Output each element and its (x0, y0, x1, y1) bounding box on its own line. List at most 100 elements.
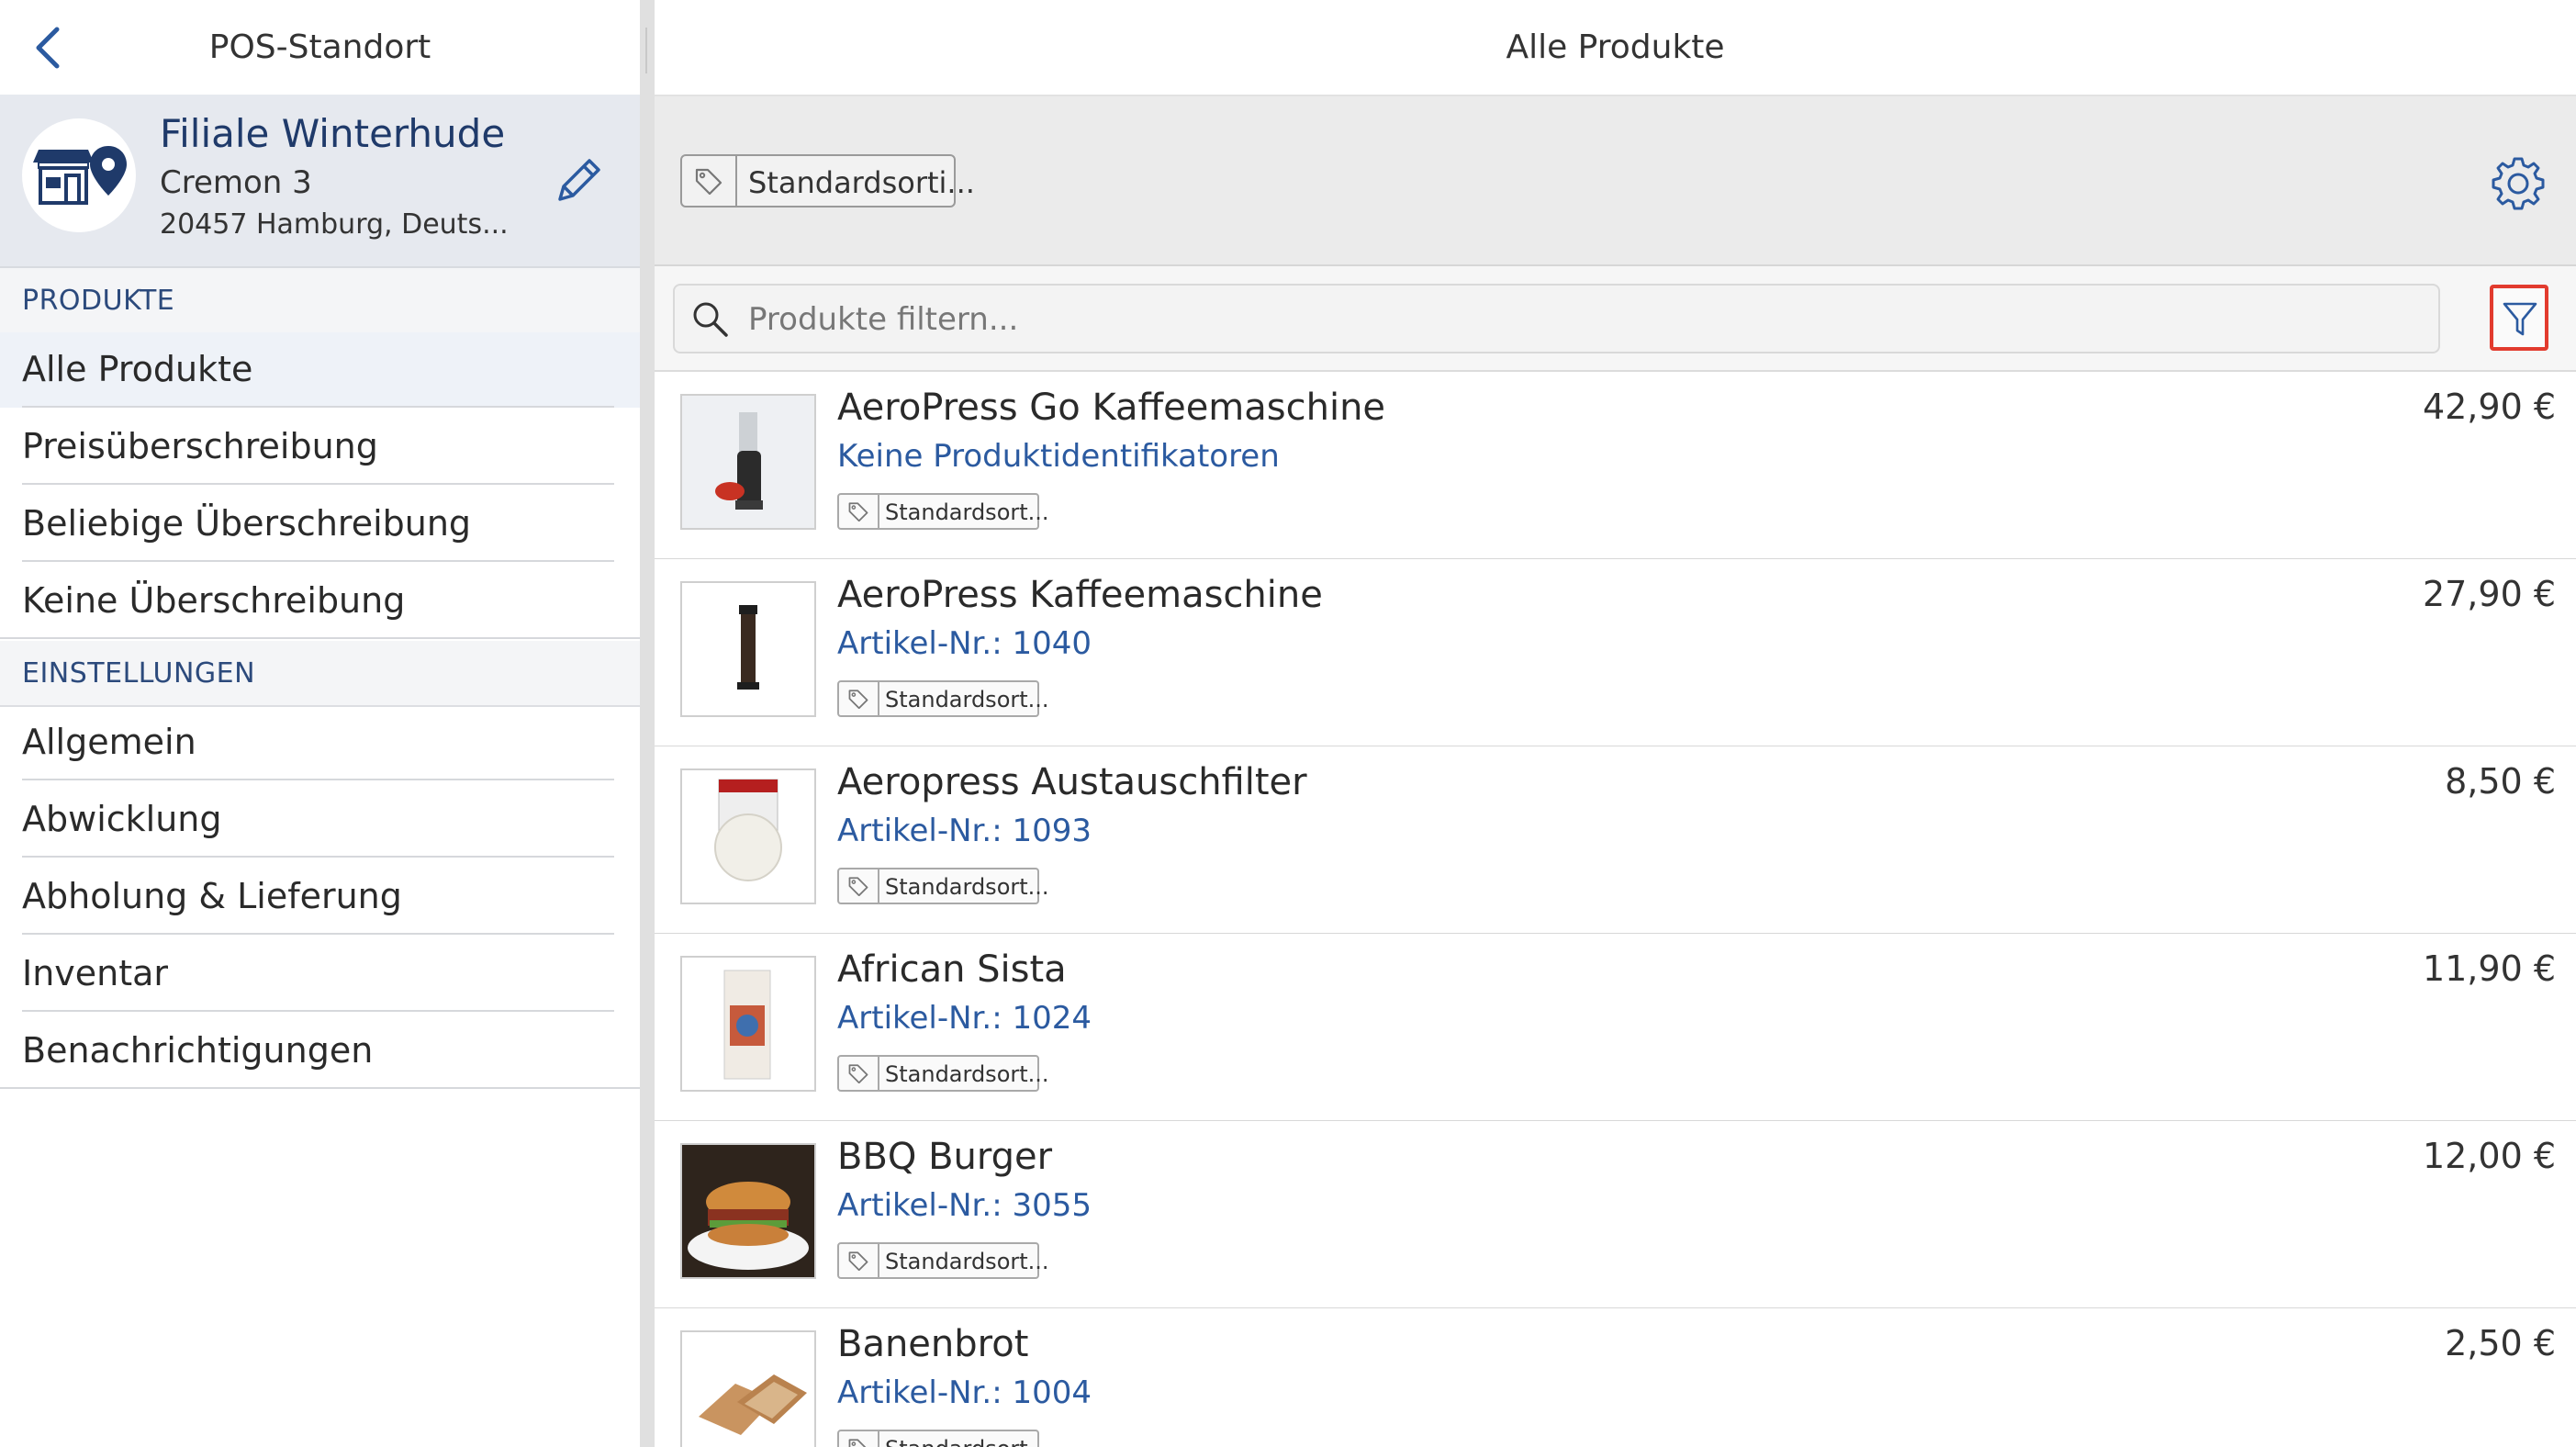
product-assortment-tag: Standardsort... (837, 680, 1049, 717)
product-tag-label: Standardsort... (885, 1061, 1049, 1087)
tag-icon (848, 877, 868, 896)
sidebar-item-label: Alle Produkte (22, 349, 253, 389)
sidebar-item-abwicklung[interactable]: Abwicklung (0, 782, 640, 858)
product-thumbnail (680, 768, 816, 904)
product-price: 12,00 € (2422, 1136, 2556, 1176)
sidebar-item-alle-produkte[interactable]: Alle Produkte (0, 332, 640, 408)
filter-icon (2503, 302, 2537, 336)
tag-icon (848, 690, 868, 709)
sidebar-item-label: Benachrichtigungen (22, 1030, 374, 1071)
product-assortment-tag: Standardsort... (837, 1430, 1049, 1447)
sidebar-item-label: Keine Überschreibung (22, 580, 406, 621)
product-tag-label: Standardsort... (885, 874, 1049, 900)
sidebar-item-label: Preisüberschreibung (22, 426, 378, 466)
product-tag-label: Standardsort... (885, 1436, 1049, 1447)
product-thumbnail (680, 956, 816, 1092)
product-price: 2,50 € (2445, 1323, 2556, 1363)
product-tag-label: Standardsort... (885, 499, 1049, 525)
store-card[interactable]: Filiale Winterhude Cremon 3 20457 Hambur… (0, 95, 640, 268)
product-assortment-tag: Standardsort... (837, 868, 1049, 904)
sidebar-title: POS-Standort (208, 28, 431, 66)
assortment-label: Standardsorti... (748, 165, 975, 200)
product-thumbnail (680, 581, 816, 717)
product-row[interactable]: AeroPress Kaffeemaschine Artikel-Nr.: 10… (655, 559, 2576, 747)
edit-store-button[interactable] (551, 153, 606, 208)
product-price: 27,90 € (2422, 574, 2556, 614)
product-thumbnail (680, 394, 816, 530)
product-price: 11,90 € (2422, 948, 2556, 989)
pencil-icon (558, 159, 600, 201)
assortment-selector[interactable]: Standardsorti... (680, 154, 975, 208)
back-arrow-icon (36, 27, 60, 69)
product-assortment-tag: Standardsort... (837, 493, 1049, 530)
tag-icon (695, 168, 722, 195)
back-button[interactable] (28, 22, 73, 73)
product-name: Banenbrot (837, 1323, 1029, 1365)
search-field[interactable] (673, 284, 2440, 353)
product-price: 42,90 € (2422, 387, 2556, 427)
product-identifier: Artikel-Nr.: 3055 (837, 1187, 1092, 1224)
sidebar-item-inventar[interactable]: Inventar (0, 937, 640, 1012)
store-location-icon (33, 146, 127, 205)
sidebar-item-keine-ueberschreibung[interactable]: Keine Überschreibung (0, 564, 640, 639)
product-row[interactable]: AeroPress Go Kaffeemaschine Keine Produk… (655, 372, 2576, 560)
gear-icon (2492, 157, 2545, 210)
sidebar-item-benachrichtigungen[interactable]: Benachrichtigungen (0, 1014, 640, 1089)
product-row[interactable]: African Sista Artikel-Nr.: 1024 Standard… (655, 934, 2576, 1122)
settings-button[interactable] (2486, 151, 2550, 216)
product-identifier: Artikel-Nr.: 1024 (837, 1000, 1092, 1037)
product-identifier: Artikel-Nr.: 1093 (837, 813, 1092, 849)
section-header-einstellungen: EINSTELLUNGEN (0, 641, 640, 707)
sidebar-item-beliebige-ueberschreibung[interactable]: Beliebige Überschreibung (0, 487, 640, 562)
store-city: 20457 Hamburg, Deuts... (160, 208, 509, 241)
store-street: Cremon 3 (160, 164, 312, 201)
store-name: Filiale Winterhude (160, 111, 506, 156)
page-title: Alle Produkte (655, 0, 2576, 96)
product-list: AeroPress Go Kaffeemaschine Keine Produk… (655, 372, 2576, 1447)
product-price: 8,50 € (2445, 761, 2556, 802)
product-row[interactable]: Banenbrot Artikel-Nr.: 1004 Standardsort… (655, 1308, 2576, 1447)
store-avatar (22, 118, 136, 232)
product-identifier: Artikel-Nr.: 1040 (837, 625, 1092, 662)
product-name: AeroPress Kaffeemaschine (837, 574, 1323, 616)
product-row[interactable]: Aeropress Austauschfilter Artikel-Nr.: 1… (655, 746, 2576, 935)
product-name: Aeropress Austauschfilter (837, 761, 1307, 803)
sidebar-item-label: Inventar (22, 953, 169, 993)
main-panel: Alle Produkte Standardsorti... Produkte … (655, 0, 2576, 1447)
search-icon (693, 302, 728, 337)
sidebar-item-label: Allgemein (22, 722, 196, 762)
sidebar: POS-Standort Filiale Winterhude Cremon 3… (0, 0, 640, 1447)
search-bar (655, 266, 2576, 372)
product-thumbnail (680, 1143, 816, 1279)
sidebar-item-allgemein[interactable]: Allgemein (0, 705, 640, 780)
product-tag-label: Standardsort... (885, 687, 1049, 712)
tag-icon (848, 1064, 868, 1083)
section-header-label: PRODUKTE (22, 285, 175, 317)
product-tag-label: Standardsort... (885, 1249, 1049, 1274)
app: POS-Standort Filiale Winterhude Cremon 3… (0, 0, 2576, 1447)
product-assortment-tag: Standardsort... (837, 1055, 1049, 1092)
search-input[interactable] (746, 293, 2421, 346)
tag-icon (848, 1439, 867, 1447)
toolbar: Standardsorti... (655, 96, 2576, 266)
split-divider[interactable] (640, 0, 655, 1447)
sidebar-item-preisueberschreibung[interactable]: Preisüberschreibung (0, 409, 640, 485)
filter-button[interactable] (2490, 285, 2548, 351)
product-name: BBQ Burger (837, 1136, 1053, 1178)
section-header-produkte: PRODUKTE (0, 268, 640, 334)
tag-icon (848, 1251, 868, 1271)
tag-icon (848, 502, 868, 522)
sidebar-item-label: Abholung & Lieferung (22, 876, 402, 916)
sidebar-item-label: Beliebige Überschreibung (22, 503, 472, 544)
product-name: African Sista (837, 948, 1067, 991)
section-header-label: EINSTELLUNGEN (22, 657, 256, 690)
product-row[interactable]: BBQ Burger Artikel-Nr.: 3055 Standardsor… (655, 1121, 2576, 1309)
product-identifier: Keine Produktidentifikatoren (837, 438, 1280, 475)
product-thumbnail (680, 1330, 816, 1447)
product-identifier: Artikel-Nr.: 1004 (837, 1374, 1092, 1411)
product-name: AeroPress Go Kaffeemaschine (837, 387, 1386, 429)
sidebar-item-abholung-lieferung[interactable]: Abholung & Lieferung (0, 859, 640, 935)
sidebar-item-label: Abwicklung (22, 799, 222, 839)
product-assortment-tag: Standardsort... (837, 1242, 1049, 1279)
sidebar-header: POS-Standort (0, 0, 640, 95)
